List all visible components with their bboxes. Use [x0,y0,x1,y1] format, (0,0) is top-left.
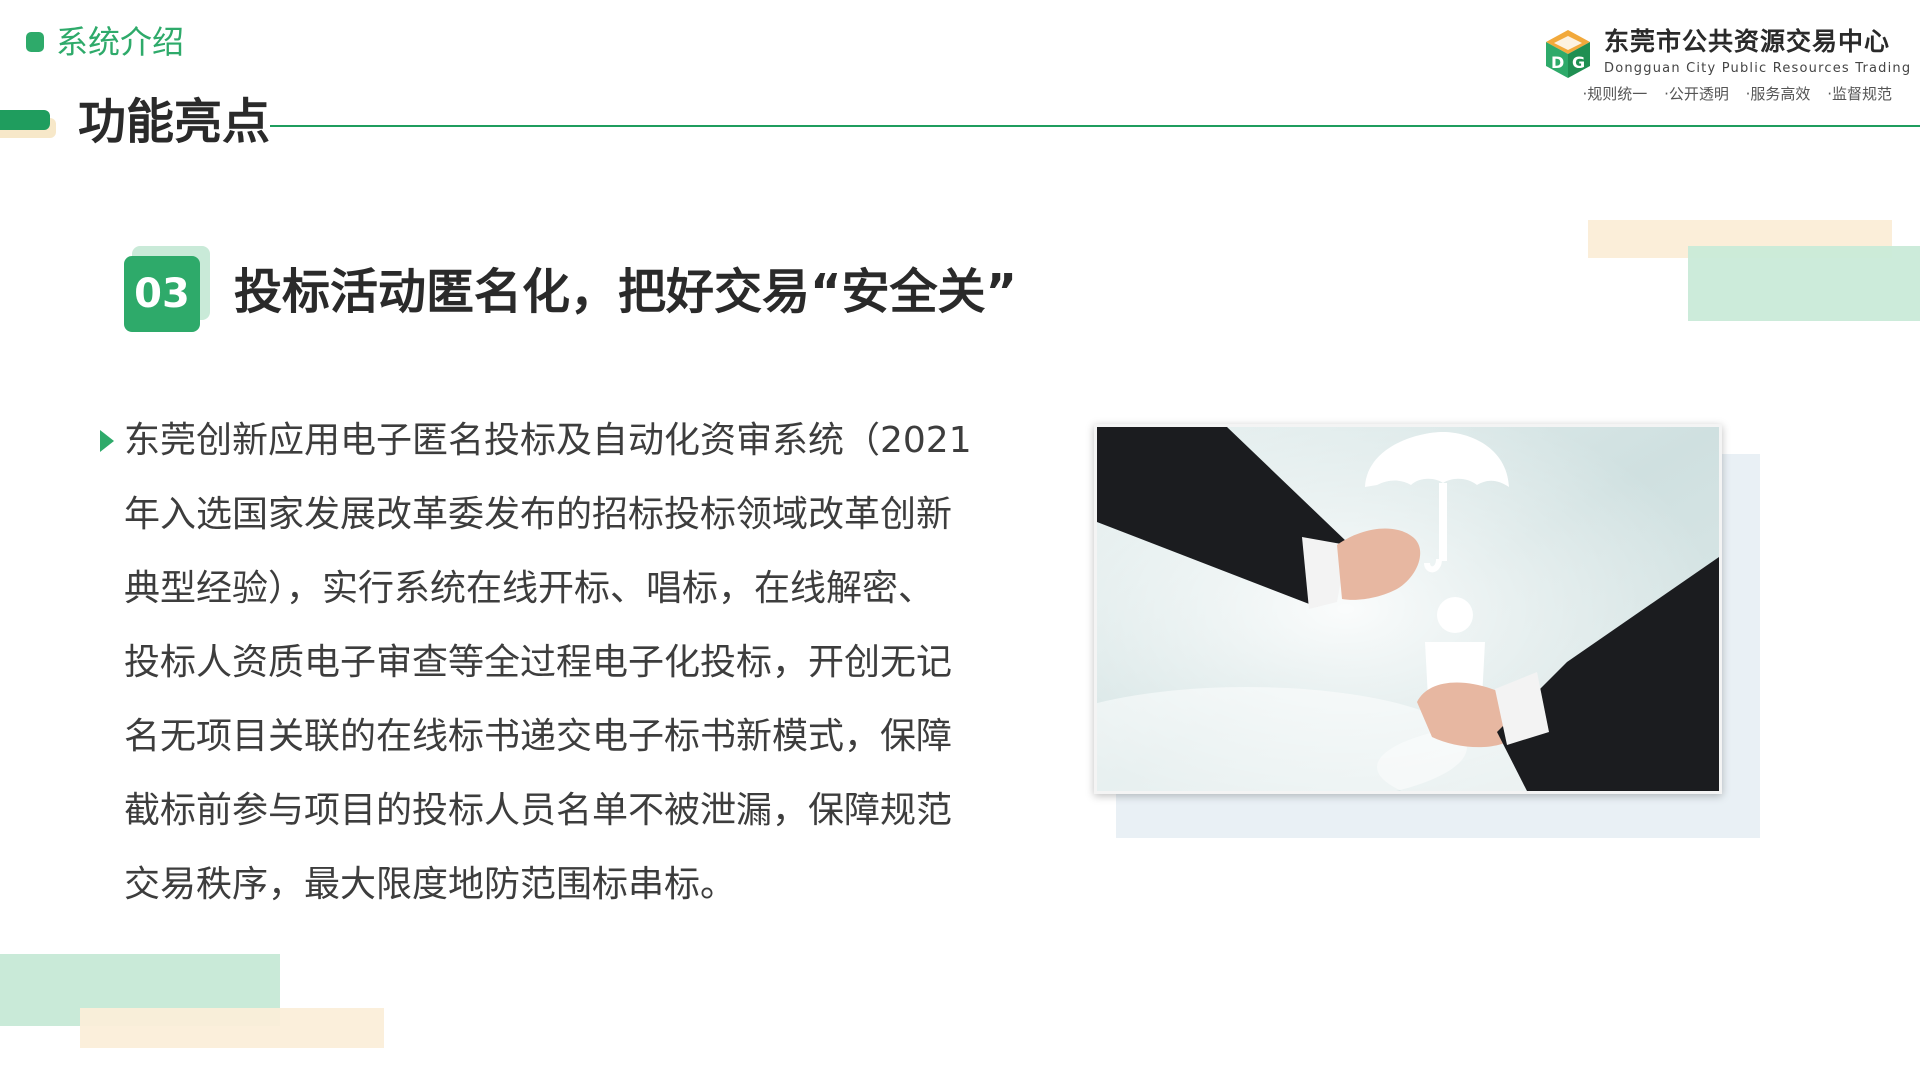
logo-slogans: ·规则统一 ·公开透明 ·服务高效 ·监督规范 [1571,84,1892,104]
decor-block-green-top [1688,246,1920,321]
title-tab-marker [0,110,50,130]
body-line: 东莞创新应用电子匿名投标及自动化资审系统（2021 [124,420,972,461]
section-number-badge: 03 [124,256,200,332]
body-line: 投标人资质电子审查等全过程电子化投标，开创无记 [124,642,953,683]
breadcrumb: 系统介绍 [56,23,185,61]
slogan-item: ·规则统一 [1582,85,1648,103]
body-line: 年入选国家发展改革委发布的招标投标领域改革创新 [124,494,953,535]
slogan-item: ·服务高效 [1745,85,1811,103]
bullet-arrow-icon [100,430,114,452]
section-title: 投标活动匿名化，把好交易“安全关” [234,264,1018,320]
slogan-item: ·监督规范 [1827,85,1892,103]
logo-name-en: Dongguan City Public Resources Trading [1604,61,1912,76]
slogan-item: ·公开透明 [1664,85,1729,103]
page-title: 功能亮点 [78,94,271,150]
svg-text:D: D [1551,53,1564,72]
title-divider [270,125,1920,127]
handover-umbrella-person-photo [1094,424,1722,794]
body-paragraph: 东莞创新应用电子匿名投标及自动化资审系统（2021 年入选国家发展改革委发布的招… [124,404,1010,922]
breadcrumb-marker [26,32,44,52]
body-line: 截标前参与项目的投标人员名单不被泄漏，保障规范 [124,790,953,831]
decor-block-beige-bottom [80,1008,384,1048]
body-line: 名无项目关联的在线标书递交电子标书新模式，保障 [124,716,953,757]
logo-name-cn: 东莞市公共资源交易中心 [1604,27,1891,56]
svg-text:G: G [1572,53,1585,72]
cube-logo-icon: D G [1542,28,1594,80]
body-line: 交易秩序，最大限度地防范围标串标。 [124,864,737,905]
body-line: 典型经验），实行系统在线开标、唱标，在线解密、 [124,568,935,609]
